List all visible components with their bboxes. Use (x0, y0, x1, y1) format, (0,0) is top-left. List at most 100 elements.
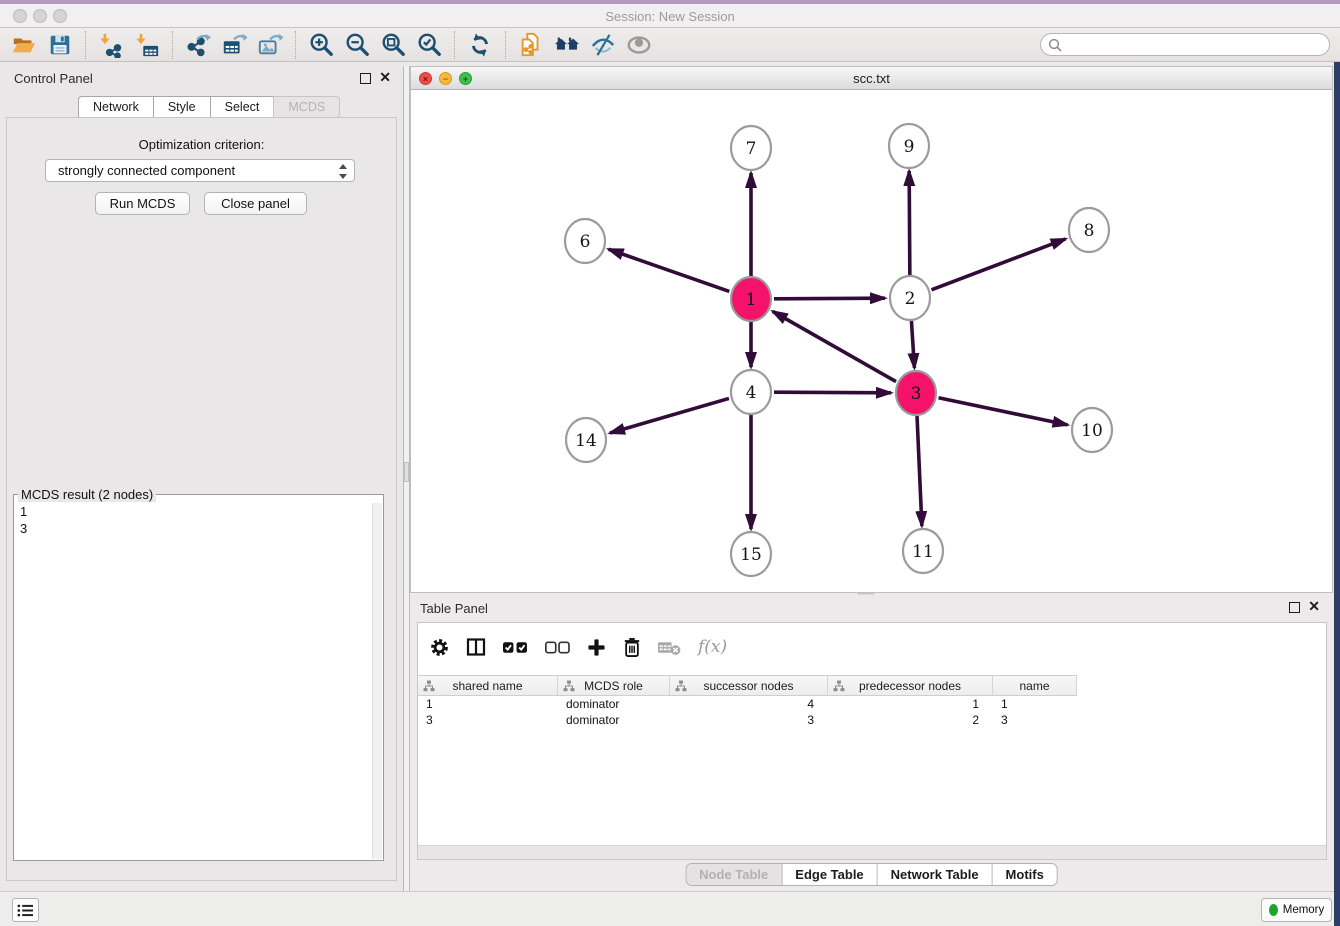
node-label-9: 9 (904, 137, 915, 157)
add-column-icon[interactable] (587, 638, 606, 657)
float-panel-icon[interactable] (360, 73, 371, 84)
criterion-value: strongly connected component (58, 163, 235, 178)
deselect-all-columns-icon[interactable] (545, 640, 570, 655)
tab-network[interactable]: Network (78, 96, 153, 118)
node-table-container: f(x) shared name MCDS rolesuccessor nodes… (417, 622, 1327, 860)
table-toolbar: f(x) (418, 623, 1326, 671)
edge-1-6[interactable] (609, 249, 730, 291)
column-header-shared-name[interactable]: shared name (418, 675, 558, 696)
table-cell[interactable]: 3 (993, 712, 1077, 728)
hide-graphics-details-icon[interactable] (585, 30, 621, 60)
edge-3-10[interactable] (939, 398, 1068, 425)
table-panel: Table Panel ✕ f(x) shared nameMCDS roles… (410, 595, 1333, 891)
refresh-icon[interactable] (462, 30, 498, 60)
window-title: Session: New Session (0, 9, 1340, 24)
table-body: 1dominator4113dominator323 (418, 696, 1326, 728)
network-canvas[interactable]: 7968124314101511 (411, 90, 1332, 592)
edge-4-3[interactable] (774, 392, 891, 393)
zoom-selected-icon[interactable] (411, 30, 447, 60)
export-table-icon[interactable] (216, 30, 252, 60)
edge-3-11[interactable] (917, 416, 922, 526)
split-view-icon[interactable] (466, 637, 486, 657)
delete-column-icon[interactable] (623, 637, 641, 658)
tab-network-table[interactable]: Network Table (878, 864, 993, 885)
toolbar-separator (295, 31, 296, 59)
export-network-icon[interactable] (180, 30, 216, 60)
function-builder-icon: f(x) (698, 637, 727, 657)
result-scrollbar[interactable] (372, 503, 382, 859)
table-cell[interactable]: 1 (828, 696, 993, 712)
table-cell[interactable]: 3 (670, 712, 828, 728)
edge-2-3[interactable] (911, 321, 914, 368)
mcds-result-box: MCDS result (2 nodes) 13 (13, 487, 384, 861)
node-label-2: 2 (905, 289, 916, 309)
tab-style[interactable]: Style (153, 96, 210, 118)
table-bottom-strip (418, 845, 1326, 859)
column-header-label: name (1019, 679, 1049, 693)
table-cell[interactable]: 1 (993, 696, 1077, 712)
run-mcds-button[interactable]: Run MCDS (95, 192, 190, 215)
node-label-10: 10 (1081, 421, 1103, 441)
column-header-predecessor-nodes[interactable]: predecessor nodes (828, 675, 993, 696)
column-header-label: shared name (452, 679, 522, 693)
memory-button[interactable]: Memory (1261, 898, 1332, 922)
select-all-columns-icon[interactable] (503, 640, 528, 655)
save-session-icon[interactable] (42, 30, 78, 60)
import-network-icon[interactable] (93, 30, 129, 60)
close-panel-icon[interactable]: ✕ (379, 69, 391, 85)
open-session-icon[interactable] (6, 30, 42, 60)
column-header-successor-nodes[interactable]: successor nodes (670, 675, 828, 696)
close-table-panel-icon[interactable]: ✕ (1308, 598, 1320, 614)
mcds-result-title: MCDS result (2 nodes) (18, 487, 156, 502)
node-label-7: 7 (746, 139, 757, 159)
import-table-icon[interactable] (129, 30, 165, 60)
edge-4-14[interactable] (610, 398, 729, 433)
duplicate-network-icon[interactable] (513, 30, 549, 60)
edge-3-1[interactable] (773, 311, 896, 381)
tree-hierarchy-icon (423, 680, 435, 695)
show-graphics-details-icon[interactable] (621, 30, 657, 60)
titlebar: Session: New Session (0, 4, 1340, 28)
toolbar-separator (172, 31, 173, 59)
tab-mcds[interactable]: MCDS (273, 96, 340, 118)
dropdown-stepper-icon (338, 163, 348, 179)
network-window-titlebar: × − + scc.txt (411, 67, 1332, 90)
search-input[interactable] (1066, 35, 1321, 54)
zoom-fit-icon[interactable] (375, 30, 411, 60)
tree-hierarchy-icon (675, 680, 687, 695)
column-header-name[interactable]: name (993, 675, 1077, 696)
vertical-splitter[interactable] (403, 66, 410, 891)
edge-2-9[interactable] (909, 171, 910, 275)
table-row[interactable]: 3dominator323 (418, 712, 1326, 728)
zoom-in-icon[interactable] (303, 30, 339, 60)
table-cell[interactable]: 1 (418, 696, 558, 712)
table-cell[interactable]: 3 (418, 712, 558, 728)
export-image-icon[interactable] (252, 30, 288, 60)
node-label-14: 14 (575, 431, 597, 451)
tab-select[interactable]: Select (210, 96, 274, 118)
mcds-result-list: 13 (14, 502, 383, 538)
splitter-grip[interactable] (404, 462, 409, 482)
criterion-dropdown[interactable]: strongly connected component (45, 159, 355, 182)
table-cell[interactable]: dominator (558, 696, 670, 712)
table-row[interactable]: 1dominator411 (418, 696, 1326, 712)
edge-1-2[interactable] (774, 298, 885, 299)
task-history-button[interactable] (12, 898, 39, 922)
toolbar-separator (85, 31, 86, 59)
tab-node-table[interactable]: Node Table (686, 864, 782, 885)
float-table-panel-icon[interactable] (1289, 602, 1300, 613)
tab-motifs[interactable]: Motifs (993, 864, 1057, 885)
network-overview-houses-icon[interactable] (549, 30, 585, 60)
close-panel-button[interactable]: Close panel (204, 192, 307, 215)
table-settings-gear-icon[interactable] (430, 638, 449, 657)
table-cell[interactable]: 4 (670, 696, 828, 712)
search-icon (1048, 38, 1062, 52)
tab-edge-table[interactable]: Edge Table (782, 864, 877, 885)
zoom-out-icon[interactable] (339, 30, 375, 60)
column-header-MCDS-role[interactable]: MCDS role (558, 675, 670, 696)
tree-hierarchy-icon (563, 680, 575, 695)
table-cell[interactable]: 2 (828, 712, 993, 728)
table-cell[interactable]: dominator (558, 712, 670, 728)
edge-2-8[interactable] (932, 239, 1066, 290)
network-window: × − + scc.txt 7968124314101511 (410, 66, 1333, 593)
